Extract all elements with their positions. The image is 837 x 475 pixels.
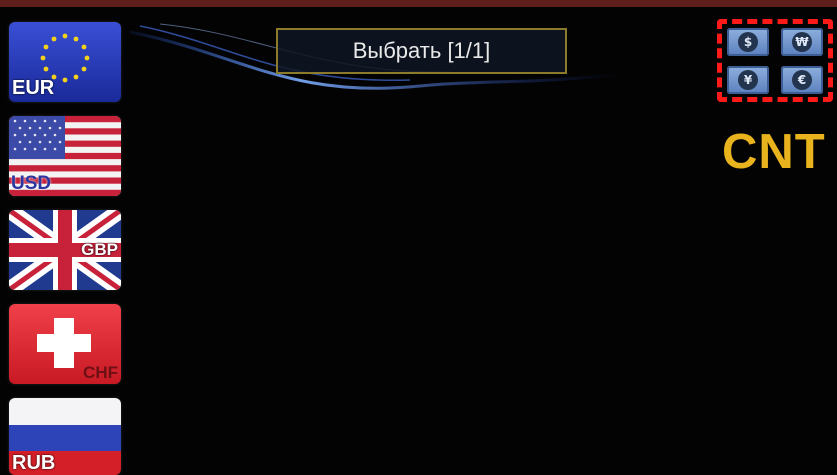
title-box[interactable]: Выбрать [1/1] bbox=[276, 28, 567, 74]
usd-label: USD bbox=[11, 173, 52, 194]
count-mode-panel: $ ₩ ¥ € bbox=[717, 19, 836, 105]
device-screen: EUR USD GBP CHF RUB Выбрать [1/1] $ ₩ ¥ … bbox=[0, 0, 837, 475]
euro-mode-icon: € bbox=[792, 70, 812, 90]
gbp-currency-button[interactable]: GBP bbox=[9, 210, 121, 290]
top-bar bbox=[0, 0, 837, 7]
dollar-mode-icon: $ bbox=[738, 32, 758, 52]
euro-mode-button[interactable]: € bbox=[781, 66, 823, 94]
eur-label: EUR bbox=[12, 77, 55, 99]
chf-currency-button[interactable]: CHF bbox=[9, 304, 121, 384]
won-mode-button[interactable]: ₩ bbox=[781, 28, 823, 56]
eur-currency-button[interactable]: EUR bbox=[9, 22, 121, 102]
currency-selector: EUR USD GBP CHF RUB bbox=[9, 22, 121, 475]
yen-mode-button[interactable]: ¥ bbox=[727, 66, 769, 94]
yen-mode-icon: ¥ bbox=[738, 70, 758, 90]
brand-logo: CNT bbox=[722, 125, 826, 179]
chf-label: CHF bbox=[83, 363, 118, 382]
rub-currency-button[interactable]: RUB bbox=[9, 398, 121, 475]
won-mode-icon: ₩ bbox=[792, 32, 812, 52]
usd-currency-button[interactable]: USD bbox=[9, 116, 121, 196]
rub-label: RUB bbox=[12, 452, 56, 474]
gbp-label: GBP bbox=[81, 240, 118, 259]
dollar-mode-button[interactable]: $ bbox=[727, 28, 769, 56]
title-text: Выбрать [1/1] bbox=[352, 38, 491, 63]
